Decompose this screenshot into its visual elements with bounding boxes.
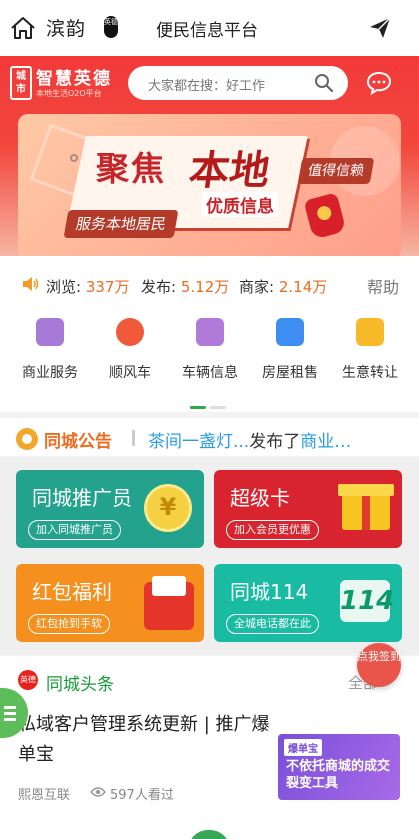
notice-bar[interactable]: 同城公告 茶间一盏灯...发布了商业… bbox=[0, 418, 419, 456]
notice-user: 茶间一盏灯... bbox=[148, 432, 250, 452]
category-business-transfer[interactable]: 生意转让 bbox=[330, 318, 410, 382]
promo-banner[interactable]: 聚焦 本地 优质信息 服务本地居民 值得信赖 bbox=[18, 114, 401, 260]
category-label: 商业服务 bbox=[22, 365, 78, 381]
news-views: 597人看过 bbox=[110, 788, 174, 803]
stat-merchants: 商家: 2.14万 bbox=[239, 276, 327, 297]
page-title: 便民信息平台 bbox=[156, 21, 258, 41]
category-grid: 商业服务 顺风车 车辆信息 房屋租售 生意转让 bbox=[0, 302, 419, 412]
category-vehicle[interactable]: 车辆信息 bbox=[170, 318, 250, 382]
notice-verb: 发布了 bbox=[249, 432, 301, 452]
phone-114-icon: 114 bbox=[340, 580, 394, 622]
stat-posts: 发布: 5.12万 bbox=[141, 276, 229, 297]
stat-posts-value: 5.12万 bbox=[180, 278, 230, 296]
menu-line bbox=[4, 712, 16, 715]
search-placeholder: 大家都在搜：好工作 bbox=[148, 79, 266, 94]
card-tag: 加入同城推广员 bbox=[28, 520, 121, 540]
top-nav: 滨韵 英德 便民信息平台 bbox=[0, 0, 419, 56]
stat-posts-label: 发布: bbox=[141, 278, 177, 296]
card-title: 同城114 bbox=[230, 580, 309, 604]
eye-icon bbox=[90, 787, 106, 797]
page-dot-active bbox=[190, 406, 206, 409]
seal-logo: 英德 bbox=[104, 16, 118, 38]
help-link[interactable]: 帮助 bbox=[367, 274, 399, 298]
menu-line bbox=[4, 718, 16, 721]
category-label: 车辆信息 bbox=[182, 365, 238, 381]
banner-headline-b: 本地 bbox=[186, 148, 273, 194]
card-city-114[interactable]: 同城114 全城电话都在此 114 bbox=[214, 564, 402, 642]
message-icon[interactable] bbox=[366, 71, 392, 95]
flame-icon bbox=[116, 318, 144, 346]
gift-icon bbox=[338, 484, 394, 530]
city-logo-mark: 城市 bbox=[10, 66, 32, 100]
section-title: 同城头条 bbox=[46, 675, 114, 695]
headlines-section: 英德 同城头条 全部 私域客户管理系统更新 | 推广爆单宝 熙恩互联 597人看… bbox=[0, 656, 419, 839]
document-icon bbox=[36, 318, 64, 346]
notice-category: 商业… bbox=[300, 432, 352, 452]
category-label: 生意转让 bbox=[342, 365, 398, 381]
stat-merchants-value: 2.14万 bbox=[278, 278, 328, 296]
edit-document-icon bbox=[196, 318, 224, 346]
banner-decoration bbox=[70, 154, 78, 162]
category-label: 顺风车 bbox=[109, 365, 151, 381]
card-red-packet[interactable]: 红包福利 红包抢到手软 bbox=[16, 564, 204, 642]
banner-headline-a: 聚焦 bbox=[96, 149, 166, 188]
coin-icon: ¥ bbox=[144, 484, 192, 532]
category-housing[interactable]: 房屋租售 bbox=[250, 318, 330, 382]
news-source: 熙恩互联 bbox=[18, 788, 71, 803]
building-icon bbox=[276, 318, 304, 346]
banner-subline: 优质信息 bbox=[202, 192, 278, 217]
card-tag: 红包抢到手软 bbox=[28, 614, 110, 634]
announcement-icon bbox=[16, 428, 38, 450]
card-title: 红包福利 bbox=[32, 580, 112, 604]
headlines-logo: 英德 bbox=[18, 670, 38, 690]
brand-name: 智慧英德 bbox=[36, 69, 112, 89]
thumbnail-text: 不依托商城的成交裂变工具 bbox=[286, 759, 391, 791]
home-icon[interactable] bbox=[10, 16, 36, 40]
page-indicator bbox=[190, 394, 230, 413]
red-envelope-mascot-icon bbox=[303, 192, 347, 240]
search-icon[interactable] bbox=[314, 73, 334, 93]
card-title: 超级卡 bbox=[230, 486, 290, 510]
category-label: 房屋租售 bbox=[262, 365, 318, 381]
stats-bar: 浏览: 337万 发布: 5.12万 商家: 2.14万 帮助 bbox=[0, 256, 419, 302]
card-promoter[interactable]: 同城推广员 加入同城推广员 ¥ bbox=[16, 470, 204, 548]
banner-pill: 服务本地居民 bbox=[63, 210, 179, 238]
banner-trust-badge: 值得信赖 bbox=[297, 158, 375, 184]
stat-merchants-label: 商家: bbox=[239, 278, 275, 296]
category-business-service[interactable]: 商业服务 bbox=[10, 318, 90, 382]
checkin-button[interactable]: 点我签到 bbox=[357, 643, 401, 687]
site-name: 滨韵 bbox=[46, 18, 87, 40]
page-dot bbox=[210, 406, 226, 409]
app-root: 滨韵 英德 便民信息平台 城市 智慧英德 本地生活O2O平台 大家都在搜：好工作… bbox=[0, 0, 419, 839]
card-super[interactable]: 超级卡 加入会员更优惠 bbox=[214, 470, 402, 548]
news-thumbnail[interactable]: 爆单宝 不依托商城的成交裂变工具 bbox=[278, 734, 400, 800]
stat-views-label: 浏览: bbox=[46, 278, 82, 296]
card-tag: 加入会员更优惠 bbox=[226, 520, 319, 540]
news-item-title[interactable]: 私域客户管理系统更新 | 推广爆单宝 bbox=[18, 710, 272, 770]
divider bbox=[132, 430, 135, 446]
send-icon[interactable] bbox=[368, 16, 392, 40]
speaker-icon bbox=[23, 277, 39, 291]
red-envelope-icon bbox=[144, 576, 194, 630]
shopping-bag-icon bbox=[356, 318, 384, 346]
notice-title: 同城公告 bbox=[44, 432, 112, 452]
menu-line bbox=[4, 706, 16, 709]
stat-views-value: 337万 bbox=[85, 278, 130, 296]
search-input[interactable]: 大家都在搜：好工作 bbox=[128, 66, 348, 100]
stat-views: 浏览: 337万 bbox=[46, 276, 129, 297]
thumbnail-tag: 爆单宝 bbox=[284, 739, 322, 756]
brand-slogan: 本地生活O2O平台 bbox=[36, 89, 102, 98]
category-carpool[interactable]: 顺风车 bbox=[90, 318, 170, 382]
card-title: 同城推广员 bbox=[32, 486, 132, 510]
card-tag: 全城电话都在此 bbox=[226, 614, 319, 634]
notice-text: 茶间一盏灯...发布了商业… bbox=[148, 427, 413, 452]
